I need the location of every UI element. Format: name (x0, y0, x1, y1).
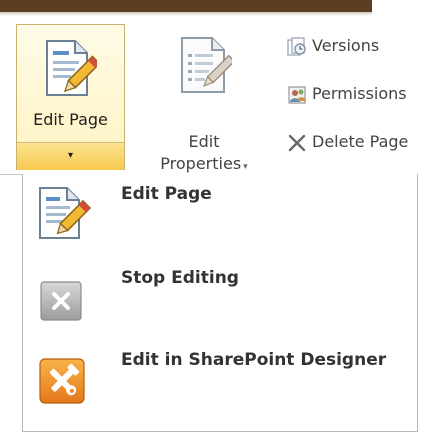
delete-page-label: Delete Page (312, 132, 409, 151)
edit-page-button-label: Edit Page (33, 110, 108, 129)
versions-label: Versions (312, 36, 380, 55)
chevron-down-icon: ▾ (67, 150, 74, 161)
close-x-icon (288, 134, 306, 152)
versions-button[interactable]: Versions (282, 32, 428, 62)
edit-properties-icon (181, 37, 232, 93)
menu-item-label: Stop Editing (121, 268, 239, 288)
edit-page-icon (39, 187, 91, 239)
edit-page-dropdown-menu: Edit Page Stop Editing Edit in SharePoin… (22, 174, 418, 432)
menu-item-label: Edit in SharePoint Designer (121, 350, 387, 370)
sharepoint-designer-icon (39, 358, 85, 404)
versions-icon (287, 37, 306, 56)
permissions-label: Permissions (312, 84, 407, 103)
menu-item-label: Edit Page (121, 184, 212, 204)
menu-item-edit-page[interactable]: Edit Page (31, 176, 411, 254)
delete-page-button[interactable]: Delete Page (282, 128, 428, 158)
edit-page-dropdown-arrow[interactable]: ▾ (17, 142, 124, 170)
permissions-button[interactable]: Permissions (282, 80, 428, 110)
stop-editing-icon (40, 281, 82, 321)
edit-properties-label-line1: Edit (188, 132, 220, 151)
menu-item-edit-in-sharepoint-designer[interactable]: Edit in SharePoint Designer (31, 342, 411, 420)
chevron-down-icon: ▾ (243, 162, 248, 172)
edit-page-split-button: Edit Page ▾ (16, 24, 125, 170)
menu-item-stop-editing[interactable]: Stop Editing (31, 260, 411, 338)
edit-properties-label-line2: Properties ▾ (160, 154, 248, 173)
edit-page-icon (46, 40, 97, 96)
permissions-icon (288, 86, 306, 104)
edit-properties-button[interactable]: Edit Properties ▾ (134, 24, 274, 173)
edit-page-button[interactable]: Edit Page (17, 25, 124, 141)
ribbon-divider (0, 174, 22, 175)
top-bar (0, 0, 372, 12)
